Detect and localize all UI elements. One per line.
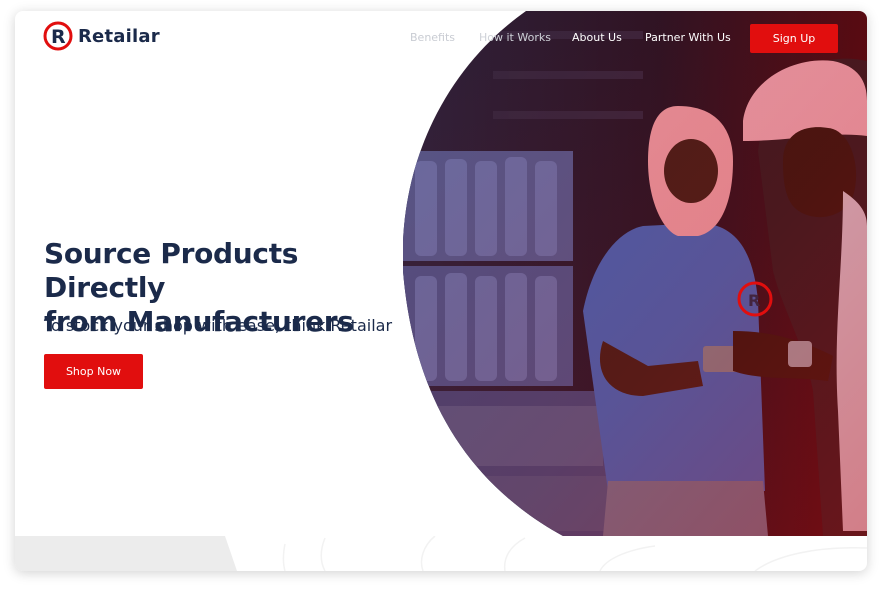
page-card: R R Retailar Benefits How it Works About… bbox=[15, 11, 867, 571]
brand-logo[interactable]: R Retailar bbox=[43, 21, 160, 51]
retailar-logo-icon: R bbox=[43, 21, 73, 51]
hero-image: R bbox=[403, 11, 867, 536]
nav-link-about-us[interactable]: About Us bbox=[572, 31, 622, 47]
hero-subheadline: To stock your shop with ease, think Reta… bbox=[44, 316, 393, 335]
nav-link-how-it-works[interactable]: How it Works bbox=[479, 31, 551, 47]
hero-headline-line-1: Source Products Directly bbox=[44, 237, 299, 304]
logo-letter: R bbox=[51, 26, 66, 48]
sign-up-button[interactable]: Sign Up bbox=[750, 24, 838, 53]
nav-link-benefits[interactable]: Benefits bbox=[410, 31, 455, 47]
nav-link-partner-with-us[interactable]: Partner With Us bbox=[645, 31, 731, 47]
decorative-bottom-strip bbox=[15, 536, 867, 571]
brand-name: Retailar bbox=[78, 25, 160, 47]
shop-now-button[interactable]: Shop Now bbox=[44, 354, 143, 389]
